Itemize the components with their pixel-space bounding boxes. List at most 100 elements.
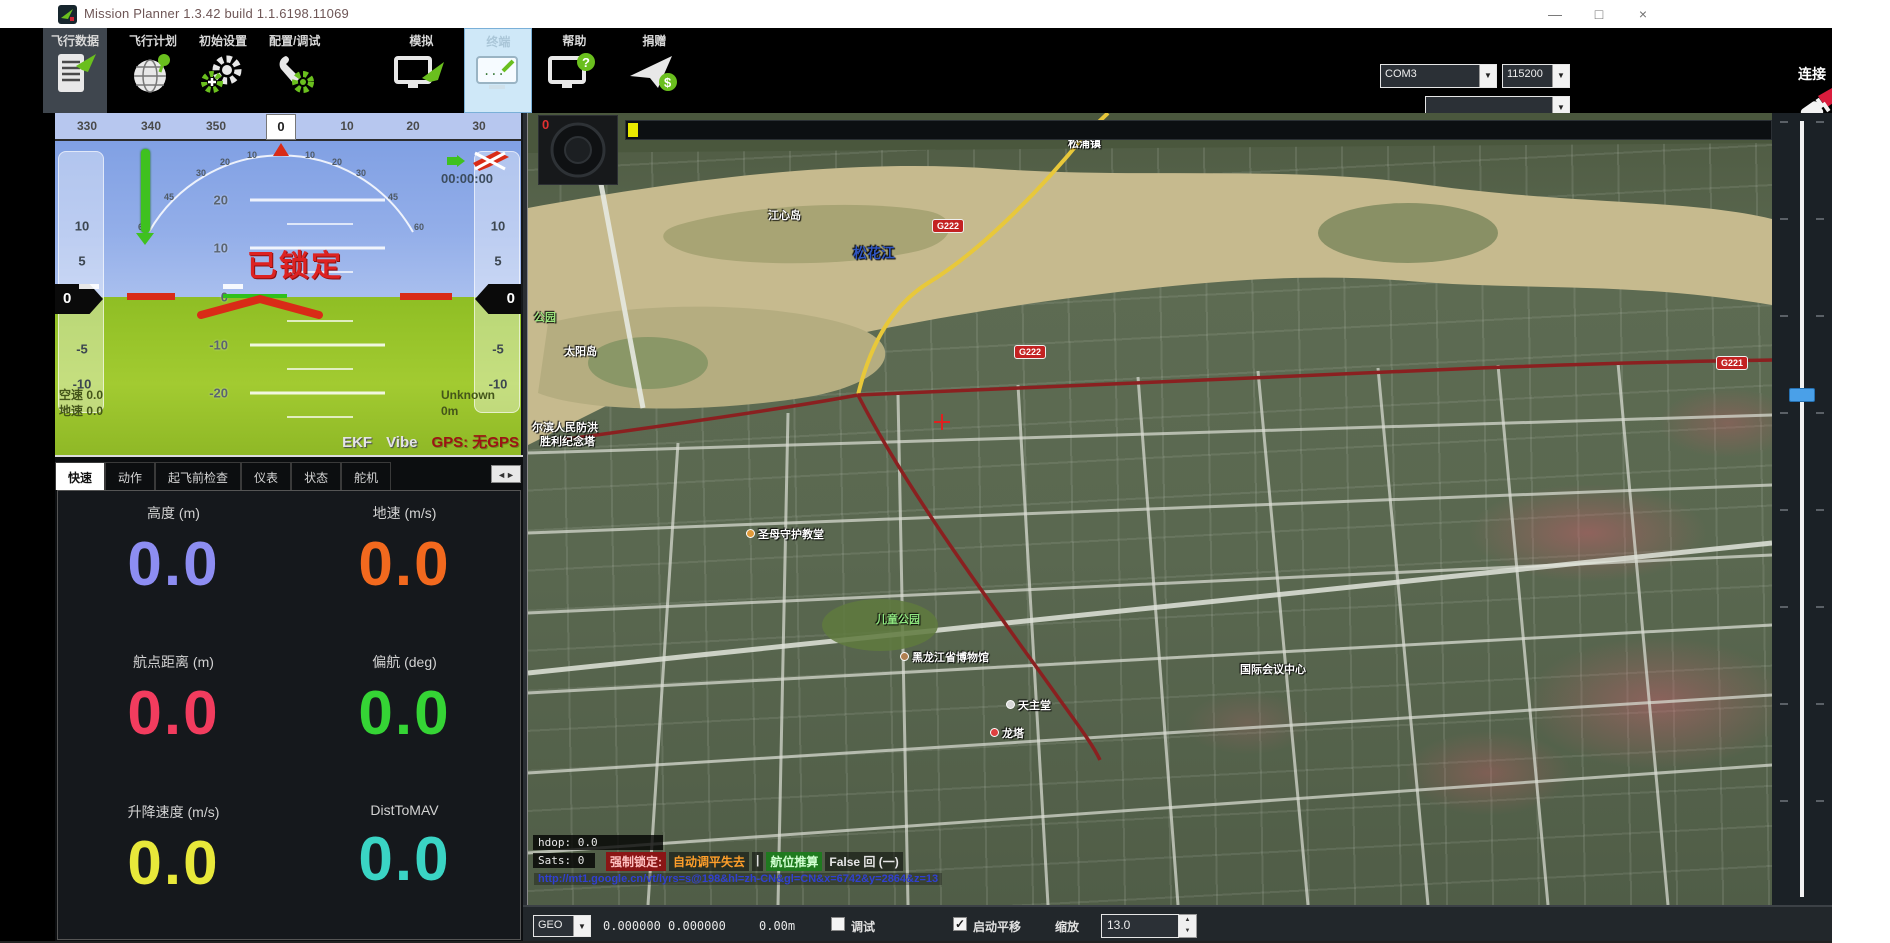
altitude-tape-value: -5	[475, 342, 521, 357]
hud-aircraft-chevron	[195, 289, 325, 321]
mission-progress-fill	[628, 123, 638, 137]
map-place-label: 国际会议中心	[1240, 661, 1306, 677]
heading-tick: 30	[472, 119, 485, 133]
config-tuning-icon	[272, 52, 318, 99]
mission-progress-bar[interactable]	[625, 120, 1772, 140]
debug-checkbox[interactable]	[831, 917, 845, 931]
chevron-down-icon[interactable]: ▼	[573, 916, 590, 936]
tab-状态[interactable]: 状态	[291, 462, 341, 490]
autopan-checkbox[interactable]: ✓	[953, 917, 967, 931]
map-status-segment: 自动调平失去	[669, 852, 749, 871]
poi-icon	[990, 728, 999, 737]
map-status-segment: 强制锁定:	[606, 852, 666, 871]
roll-angle-label: 10	[247, 150, 257, 160]
roll-angle-label: 45	[388, 192, 398, 202]
slider-ticks	[1816, 121, 1824, 897]
toolbar-button-2[interactable]: 飞行计划	[121, 28, 185, 113]
map-place-label: 儿童公园	[876, 611, 920, 627]
toolbar-button-label: 飞行数据	[51, 32, 99, 49]
slider-track	[1800, 121, 1804, 897]
pitch-line	[250, 199, 385, 202]
autopan-checkbox-label: 启动平移	[973, 918, 1021, 935]
toolbar-button-label: 模拟	[409, 32, 433, 49]
tab-仪表[interactable]: 仪表	[241, 462, 291, 490]
toolbar-items: 飞行数据飞行计划初始设置配置/调试模拟终端...帮助?捐赠$	[43, 28, 688, 113]
quick-cell-label: DistToMAV	[289, 802, 520, 818]
toolbar-button-3[interactable]: 初始设置	[191, 28, 255, 113]
poi-icon	[746, 529, 755, 538]
hud-altitude-readout: 0m	[441, 403, 495, 419]
speed-tape-value: 5	[59, 254, 105, 269]
heading-tick: 340	[141, 119, 161, 133]
maximize-button[interactable]: □	[1584, 3, 1614, 25]
quick-cell-value: 0.0	[58, 529, 289, 600]
toolbar-button-8[interactable]: 捐赠$	[620, 28, 688, 113]
ekf-status[interactable]: EKF	[342, 434, 372, 451]
quick-cell-6[interactable]: DistToMAV0.0	[289, 790, 520, 939]
hud-horizon-bar-right	[400, 293, 452, 300]
road-number-badge: G221	[1716, 356, 1748, 370]
quick-cell-3[interactable]: 航点距离 (m)0.0	[58, 640, 289, 789]
debug-checkbox-label: 调试	[851, 918, 875, 935]
tab-起飞前检查[interactable]: 起飞前检查	[155, 462, 241, 490]
slider-handle[interactable]	[1789, 388, 1815, 402]
pitch-label: -20	[209, 386, 228, 401]
pitch-minor-line	[287, 416, 353, 418]
roll-angle-label: 20	[332, 157, 342, 167]
pitch-line	[250, 344, 385, 347]
coord-format-select[interactable]: GEO ▼	[533, 915, 591, 937]
map-panel: 松浦镇江心岛松花江公园太阳岛尔滨人民防洪胜利纪念塔圣母守护教堂儿童公园黑龙江省博…	[523, 113, 1832, 943]
hud-artificial-horizon[interactable]: 60453020101020304560 330340350102030 0 2…	[55, 113, 523, 455]
quick-cell-1[interactable]: 高度 (m)0.0	[58, 491, 289, 640]
com-port-value: COM3	[1381, 65, 1479, 87]
quick-cell-4[interactable]: 偏航 (deg)0.0	[289, 640, 520, 789]
toolbar-button-5[interactable]: 模拟	[386, 28, 456, 113]
tab-快速[interactable]: 快速	[55, 462, 105, 490]
pitch-line	[250, 392, 385, 395]
toolbar-button-1[interactable]: 飞行数据	[43, 28, 107, 113]
tab-舵机[interactable]: 舵机	[341, 462, 391, 490]
chevron-down-icon[interactable]: ▼	[1479, 65, 1496, 87]
quick-cell-5[interactable]: 升降速度 (m/s)0.0	[58, 790, 289, 939]
mission-planner-window: Mission Planner 1.3.42 build 1.1.6198.11…	[0, 0, 1890, 943]
sats-readout: Sats: 0	[533, 853, 595, 868]
quick-cell-label: 地速 (m/s)	[289, 503, 520, 523]
quick-cell-label: 偏航 (deg)	[289, 652, 520, 672]
tab-动作[interactable]: 动作	[105, 462, 155, 490]
road-number-badge: G222	[1014, 345, 1046, 359]
initial-setup-icon	[200, 52, 246, 99]
roll-angle-label: 45	[164, 192, 174, 202]
hud-flight-mode: Unknown	[441, 387, 495, 403]
quick-cell-value: 0.0	[58, 678, 289, 749]
satellite-map[interactable]: 松浦镇江心岛松花江公园太阳岛尔滨人民防洪胜利纪念塔圣母守护教堂儿童公园黑龙江省博…	[528, 113, 1772, 905]
close-button[interactable]: ×	[1628, 3, 1658, 25]
left-gutter	[0, 113, 55, 943]
map-place-label: 龙塔	[990, 725, 1024, 741]
map-place-label: 太阳岛	[564, 343, 597, 359]
donate-icon: $	[628, 52, 680, 99]
cursor-coordinates: 0.000000 0.000000	[603, 919, 726, 933]
hud-groundspeed: 地速 0.0	[59, 403, 103, 419]
chevron-down-icon[interactable]: ▼	[1552, 65, 1569, 87]
zoom-level-stepper[interactable]: 13.0 ▲ ▼	[1101, 914, 1197, 938]
spinner-up-icon[interactable]: ▲	[1179, 915, 1196, 926]
toolbar-button-7[interactable]: 帮助?	[540, 28, 608, 113]
map-status-segment: False 回 (一)	[825, 852, 902, 871]
minimize-button[interactable]: —	[1540, 3, 1570, 25]
baud-rate-select[interactable]: 115200 ▼	[1502, 64, 1570, 88]
toolbar-button-label: 终端	[486, 33, 510, 50]
hdop-readout: hdop: 0.0	[533, 835, 663, 850]
quick-cell-2[interactable]: 地速 (m/s)0.0	[289, 491, 520, 640]
toolbar-button-6[interactable]: 终端...	[464, 28, 532, 113]
map-zoom-slider[interactable]	[1772, 113, 1832, 905]
gimbal-direction-widget: 0	[538, 115, 618, 185]
tab-overflow-buttons[interactable]: ◄►	[491, 465, 521, 483]
toolbar-button-4[interactable]: 配置/调试	[261, 28, 328, 113]
coord-format-value: GEO	[534, 916, 573, 936]
spinner-down-icon[interactable]: ▼	[1179, 926, 1196, 937]
terminal-icon: ...	[473, 53, 523, 98]
com-port-select[interactable]: COM3 ▼	[1380, 64, 1497, 88]
roll-angle-label: 60	[414, 222, 424, 232]
map-debug-url: http://mt1.google.cn/vt/lyrs=s@198&hl=zh…	[534, 873, 942, 885]
vibe-status[interactable]: Vibe	[386, 434, 417, 451]
